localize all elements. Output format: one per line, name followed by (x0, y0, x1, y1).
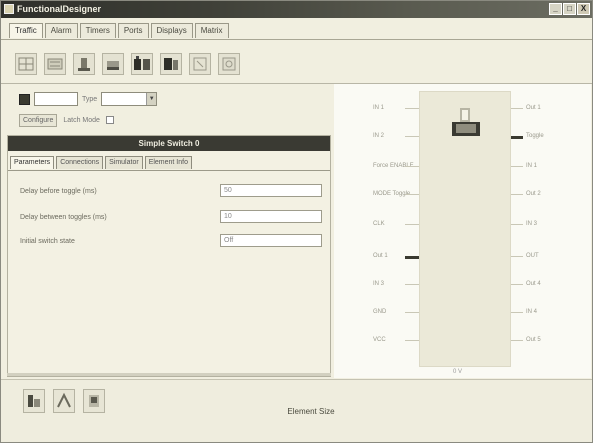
wire-icon[interactable] (53, 389, 75, 413)
left-pin[interactable] (405, 340, 419, 341)
param-input[interactable]: 50 (220, 184, 322, 197)
left-pin[interactable] (405, 312, 419, 313)
element-size-label: Element Size (287, 407, 335, 416)
switch-graphic (452, 108, 480, 136)
ground-label: 0 V (453, 369, 463, 375)
panel-title: Simple Switch 0 (8, 136, 330, 151)
add-element-icon[interactable] (23, 389, 45, 413)
tab-matrix[interactable]: Matrix (194, 23, 229, 38)
dial-icon[interactable] (218, 53, 240, 75)
right-pin[interactable] (511, 312, 523, 313)
tab-simulator[interactable]: Simulator (105, 156, 143, 169)
left-pin-label: IN 2 (373, 133, 385, 139)
relay2-icon[interactable] (160, 53, 182, 75)
left-pin[interactable] (405, 166, 419, 167)
param-input[interactable]: 10 (220, 210, 322, 223)
switch2-icon[interactable] (102, 53, 124, 75)
tab-timers[interactable]: Timers (79, 23, 116, 38)
tab-displays[interactable]: Displays (150, 23, 193, 38)
left-pin[interactable] (405, 194, 419, 195)
right-pin-label: OUT (526, 253, 539, 259)
title-bar: FunctionalDesigner _ □ X (1, 1, 592, 18)
main-tabs: Traffic Alarm Timers Ports Displays Matr… (9, 23, 229, 39)
left-pin-label: GND (373, 309, 387, 315)
panel-icon[interactable] (44, 53, 66, 75)
left-pin-label: CLK (373, 221, 385, 227)
right-pin-label: IN 1 (526, 163, 538, 169)
right-pin-label: IN 3 (526, 221, 538, 227)
maximize-button[interactable]: □ (563, 3, 576, 15)
right-pin[interactable] (511, 256, 523, 257)
tab-parameters[interactable]: Parameters (10, 156, 55, 169)
configure-button[interactable]: Configure (19, 113, 58, 127)
properties-panel: Simple Switch 0 Parameters Connections S… (7, 135, 331, 377)
window-controls: _ □ X (549, 3, 590, 15)
grid-icon[interactable] (15, 53, 37, 75)
right-pin-label: Out 1 (526, 105, 541, 111)
tab-traffic[interactable]: Traffic (9, 23, 43, 38)
right-pin-label: Out 5 (526, 337, 541, 343)
param-label: Initial switch state (20, 238, 75, 245)
left-pin-label: IN 3 (373, 281, 385, 287)
right-pin[interactable] (511, 284, 523, 285)
left-pin[interactable] (405, 108, 419, 109)
type-select[interactable]: ▼ (101, 92, 158, 106)
left-pin[interactable] (405, 224, 419, 225)
left-pin[interactable] (405, 284, 419, 285)
right-pin[interactable] (511, 194, 523, 195)
right-pin[interactable] (511, 340, 523, 341)
tab-divider (1, 39, 592, 40)
right-pin[interactable] (511, 166, 523, 167)
switch-component[interactable] (419, 91, 511, 367)
left-pin[interactable] (405, 136, 419, 137)
left-pin-label: IN 1 (373, 105, 385, 111)
chevron-down-icon[interactable]: ▼ (146, 93, 157, 105)
latch-mode-label: Latch Mode (63, 116, 100, 124)
options-row: Configure Latch Mode (19, 113, 114, 127)
right-pin[interactable] (511, 108, 523, 109)
right-pin[interactable] (511, 224, 523, 225)
tab-connections[interactable]: Connections (56, 156, 104, 169)
latch-mode-checkbox[interactable] (105, 116, 114, 124)
meter-icon[interactable] (189, 53, 211, 75)
tab-ports[interactable]: Ports (117, 23, 149, 38)
left-pin[interactable] (405, 256, 419, 259)
probe-icon[interactable] (83, 389, 105, 413)
param-input[interactable]: Off (220, 234, 322, 247)
right-pin-label: IN 4 (526, 309, 538, 315)
tab-alarm[interactable]: Alarm (44, 23, 78, 38)
window-title: FunctionalDesigner (17, 4, 102, 14)
right-pin-label: Out 2 (526, 191, 541, 197)
right-pin-label: Toggle (526, 133, 544, 139)
folder-icon[interactable] (19, 93, 30, 105)
left-pin-label: Out 1 (373, 253, 388, 259)
switch-icon[interactable] (73, 53, 95, 75)
properties-tabs: Parameters Connections Simulator Element… (10, 156, 192, 170)
app-window: FunctionalDesigner _ □ X Traffic Alarm T… (0, 0, 593, 443)
param-label: Delay between toggles (ms) (20, 214, 107, 221)
type-label: Type (82, 95, 98, 103)
left-pin-label: VCC (373, 337, 386, 343)
minimize-button[interactable]: _ (549, 3, 562, 15)
toolbar (15, 51, 240, 77)
tab-element-info[interactable]: Element Info (144, 156, 192, 169)
selector-row: Type ▼ (19, 91, 158, 107)
relay-icon[interactable] (131, 53, 153, 75)
param-label: Delay before toggle (ms) (20, 188, 97, 195)
name-input[interactable] (34, 92, 78, 106)
horizontal-scrollbar[interactable] (7, 373, 331, 376)
right-pin[interactable] (511, 136, 523, 139)
close-button[interactable]: X (577, 3, 590, 15)
properties-tab-divider (8, 170, 330, 171)
app-icon (4, 4, 14, 14)
right-pin-label: Out 4 (526, 281, 541, 287)
